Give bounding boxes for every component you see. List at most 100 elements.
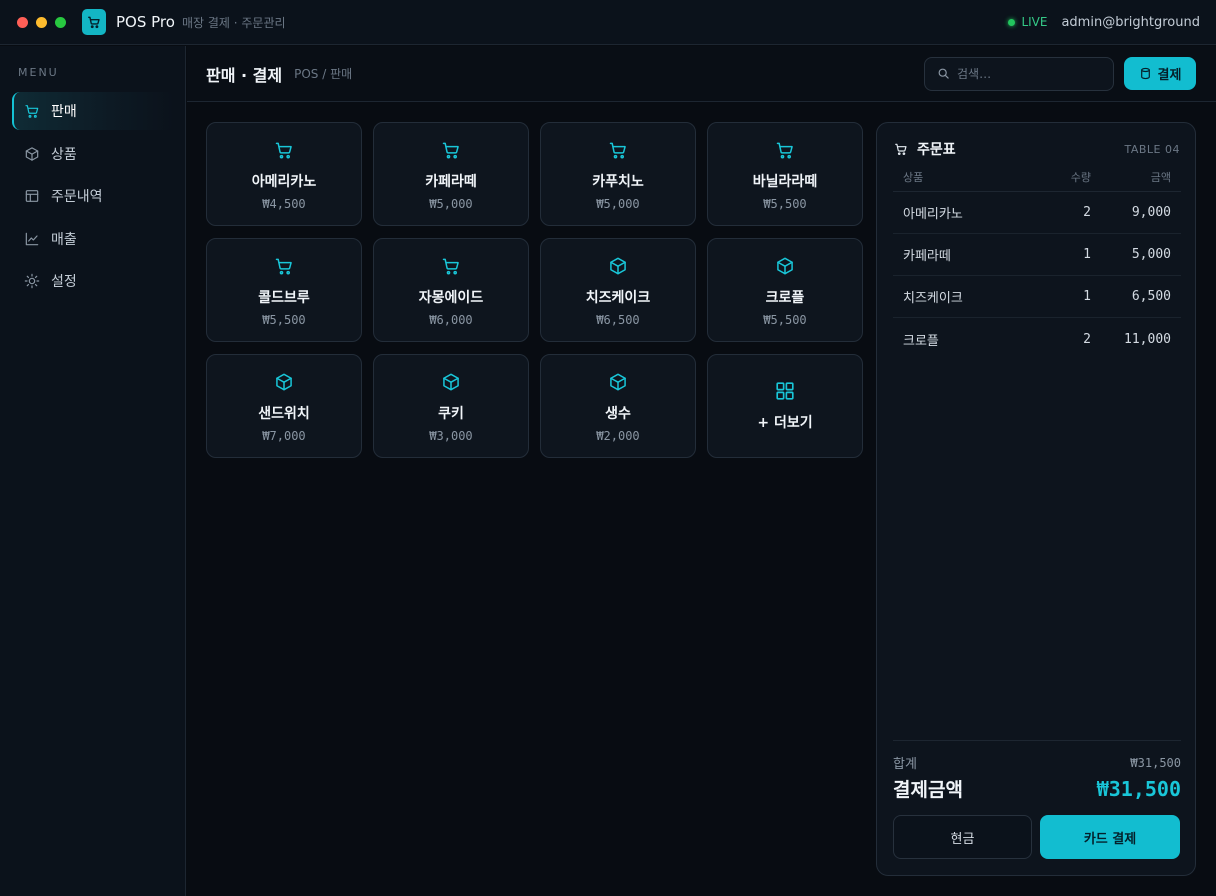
product-price: ₩5,500 (763, 313, 807, 327)
product-name: 샌드위치 (258, 406, 310, 422)
product-price: ₩2,000 (596, 429, 640, 443)
order-item-qty: 1 (1083, 247, 1091, 262)
order-header: 주문표 TABLE 04 (894, 139, 1180, 159)
sidebar-item-settings[interactable]: 설정 (12, 262, 174, 300)
product-name: 치즈케이크 (585, 290, 651, 306)
search-icon (937, 67, 950, 80)
product-card[interactable]: 생수 ₩2,000 (540, 354, 696, 458)
product-price: ₩5,000 (429, 197, 473, 211)
total-row: 결제금액 ₩31,500 (893, 775, 1181, 802)
product-name: 바닐라라떼 (752, 174, 818, 190)
live-status-dot (1008, 18, 1016, 26)
sidebar-item-products[interactable]: 상품 (12, 135, 174, 173)
order-item-name: 아메리카노 (903, 207, 963, 222)
summary-divider (893, 740, 1181, 741)
product-card[interactable]: 바닐라라떼 ₩5,500 (707, 122, 863, 226)
sidebar-item-label: 상품 (51, 146, 77, 163)
app-name: POS Pro (116, 13, 175, 31)
order-row[interactable]: 치즈케이크 1 6,500 (893, 276, 1181, 318)
box-icon (441, 372, 461, 392)
order-item-amount: 6,500 (1131, 289, 1171, 304)
order-item-amount: 5,000 (1131, 247, 1171, 262)
order-table-header: 상품 수량 금액 (893, 163, 1181, 192)
product-name: 카푸치노 (592, 174, 644, 190)
order-item-qty: 2 (1083, 205, 1091, 220)
product-card[interactable]: 샌드위치 ₩7,000 (206, 354, 362, 458)
product-price: ₩6,500 (596, 313, 640, 327)
search-input[interactable] (957, 66, 1097, 81)
breadcrumb: POS / 판매 (294, 67, 353, 81)
product-card[interactable]: 크로플 ₩5,500 (707, 238, 863, 342)
product-price: ₩5,500 (763, 197, 807, 211)
table-number: TABLE 04 (1124, 142, 1180, 156)
cart-icon (775, 140, 795, 160)
product-card[interactable]: 치즈케이크 ₩6,500 (540, 238, 696, 342)
minimize-window-button[interactable] (36, 16, 47, 28)
search-box[interactable] (924, 56, 1114, 91)
order-row[interactable]: 크로플 2 11,000 (893, 318, 1181, 360)
product-name: 크로플 (765, 290, 805, 306)
box-icon (274, 372, 294, 392)
user-account[interactable]: admin@brightground (1061, 15, 1200, 30)
close-window-button[interactable] (17, 16, 28, 28)
payment-buttons: 현금 카드 결제 (893, 815, 1180, 859)
cart-icon (441, 256, 461, 276)
product-card[interactable]: 쿠키 ₩3,000 (373, 354, 529, 458)
box-icon (608, 256, 628, 276)
maximize-window-button[interactable] (55, 16, 66, 28)
sidebar-item-revenue[interactable]: 매출 (12, 220, 174, 258)
table-icon (24, 188, 40, 204)
product-name: 콜드브루 (258, 290, 310, 306)
product-card[interactable]: 아메리카노 ₩4,500 (206, 122, 362, 226)
more-products-label: + 더보기 (757, 415, 813, 431)
sidebar-nav: 판매 상품 주문내역 매출 설정 (12, 92, 174, 305)
order-row[interactable]: 카페라떼 1 5,000 (893, 234, 1181, 276)
pay-button[interactable]: 결제 (1124, 57, 1196, 90)
cash-button[interactable]: 현금 (893, 815, 1032, 859)
product-card[interactable]: 자몽에이드 ₩6,000 (373, 238, 529, 342)
box-icon (775, 256, 795, 276)
title-bar: POS Pro 매장 결제 · 주문관리 LIVE admin@brightgr… (0, 0, 1216, 45)
box-icon (24, 146, 40, 162)
pay-button-label: 결제 (1157, 68, 1182, 83)
product-card[interactable]: 카페라떼 ₩5,000 (373, 122, 529, 226)
product-name: 생수 (605, 406, 631, 422)
chart-line-icon (24, 231, 40, 247)
card-payment-button[interactable]: 카드 결제 (1040, 815, 1180, 859)
product-name: 자몽에이드 (418, 290, 484, 306)
cart-icon (274, 256, 294, 276)
cart-icon (894, 142, 908, 156)
order-item-name: 크로플 (903, 333, 939, 349)
sidebar-item-label: 설정 (51, 274, 77, 290)
sidebar-item-label: 주문내역 (51, 189, 103, 205)
product-card[interactable]: 카푸치노 ₩5,000 (540, 122, 696, 226)
sidebar: MENU 판매 상품 주문내역 매출 설정 (0, 46, 186, 896)
window-controls (17, 16, 66, 28)
order-table: 상품 수량 금액 아메리카노 2 9,000 카페라떼 1 5,000 치즈케이… (893, 163, 1181, 360)
order-item-name: 치즈케이크 (903, 291, 963, 306)
column-header-item: 상품 (903, 171, 924, 184)
page-header: 판매 · 결제 POS / 판매 결제 (187, 46, 1216, 102)
column-header-qty: 수량 (1070, 171, 1091, 184)
product-card[interactable]: 콜드브루 ₩5,500 (206, 238, 362, 342)
product-grid: 아메리카노 ₩4,500 카페라떼 ₩5,000 카푸치노 ₩5,000 바닐라… (206, 122, 863, 458)
order-item-amount: 11,000 (1124, 331, 1171, 347)
subtotal-value: ₩31,500 (1130, 755, 1181, 770)
more-products-button[interactable]: + 더보기 (707, 354, 863, 458)
column-header-amount: 금액 (1150, 171, 1171, 184)
cylinder-icon (1139, 67, 1152, 80)
product-price: ₩5,500 (262, 313, 306, 327)
product-name: 카페라떼 (425, 174, 477, 190)
sidebar-item-orders[interactable]: 주문내역 (12, 177, 174, 215)
order-row[interactable]: 아메리카노 2 9,000 (893, 192, 1181, 234)
cart-icon (441, 140, 461, 160)
page-title: 판매 · 결제 (206, 65, 283, 85)
total-value: ₩31,500 (1096, 776, 1181, 801)
sidebar-item-label: 판매 (51, 104, 77, 120)
cart-icon (608, 140, 628, 160)
sidebar-item-label: 매출 (51, 231, 77, 248)
live-status-text: LIVE (1021, 15, 1048, 29)
order-item-name: 카페라떼 (903, 249, 951, 264)
order-item-amount: 9,000 (1131, 205, 1171, 220)
sidebar-item-sales[interactable]: 판매 (12, 92, 174, 130)
